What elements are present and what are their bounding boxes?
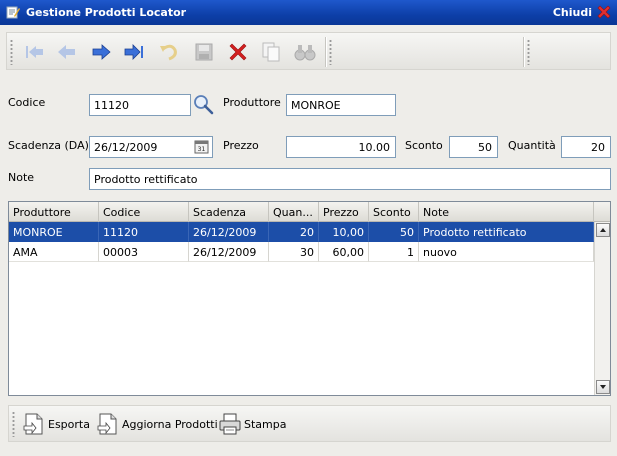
cell-scadenza: 26/12/2009 — [189, 242, 269, 262]
search-binoculars-icon[interactable] — [293, 40, 317, 64]
update-products-label: Aggiorna Prodotti — [122, 417, 218, 431]
column-header-codice[interactable]: Codice — [99, 202, 189, 222]
prezzo-field[interactable]: 10.00 — [286, 136, 396, 158]
cell-sconto: 50 — [369, 222, 419, 242]
products-grid[interactable]: Produttore Codice Scadenza Quan... Prezz… — [8, 201, 611, 396]
export-icon — [23, 413, 43, 435]
note-field[interactable]: Prodotto rettificato — [89, 168, 611, 190]
search-icon[interactable] — [192, 93, 214, 118]
window-title: Gestione Prodotti Locator — [26, 6, 187, 19]
next-record-icon[interactable] — [89, 40, 113, 64]
toolbar-grip[interactable] — [10, 39, 13, 65]
column-header-produttore[interactable]: Produttore — [9, 202, 99, 222]
codice-label: Codice — [8, 96, 46, 109]
produttore-label: Produttore — [223, 96, 281, 109]
scadenza-label: Scadenza (DA) — [8, 139, 89, 152]
cell-codice: 00003 — [99, 242, 189, 262]
sconto-label: Sconto — [405, 139, 443, 152]
cell-prezzo: 10,00 — [319, 222, 369, 242]
note-label: Note — [8, 171, 35, 184]
toolbar-grip[interactable] — [527, 39, 530, 65]
last-record-icon[interactable] — [122, 40, 146, 64]
column-header-sconto[interactable]: Sconto — [369, 202, 419, 222]
bottom-toolbar: Esporta Aggiorna Prodotti Stampa — [8, 405, 611, 442]
toolbar-grip[interactable] — [329, 39, 332, 65]
cell-note: Prodotto rettificato — [419, 222, 594, 242]
column-header-spacer — [594, 202, 610, 222]
cell-note: nuovo — [419, 242, 594, 262]
cell-codice: 11120 — [99, 222, 189, 242]
toolbar-separator — [523, 37, 525, 67]
scroll-down-icon[interactable] — [596, 380, 610, 394]
copy-icon[interactable] — [259, 40, 283, 64]
column-header-note[interactable]: Note — [419, 202, 594, 222]
save-icon[interactable] — [192, 40, 216, 64]
close-label[interactable]: Chiudi — [553, 6, 592, 19]
column-header-quantita[interactable]: Quan... — [269, 202, 319, 222]
svg-text:31: 31 — [198, 146, 206, 153]
quantita-field[interactable]: 20 — [561, 136, 611, 158]
codice-field[interactable]: 11120 — [89, 94, 191, 116]
sconto-field[interactable]: 50 — [449, 136, 498, 158]
cell-produttore: AMA — [9, 242, 99, 262]
cell-prezzo: 60,00 — [319, 242, 369, 262]
undo-icon[interactable] — [157, 40, 181, 64]
column-header-scadenza[interactable]: Scadenza — [189, 202, 269, 222]
column-header-prezzo[interactable]: Prezzo — [319, 202, 369, 222]
prezzo-label: Prezzo — [223, 139, 259, 152]
update-products-button[interactable]: Aggiorna Prodotti — [97, 412, 218, 436]
toolbar-separator — [325, 37, 327, 67]
close-icon[interactable] — [596, 4, 612, 20]
toolbar-grip[interactable] — [12, 411, 15, 437]
quantita-label: Quantità — [508, 139, 556, 152]
window: Gestione Prodotti Locator Chiudi Codice … — [0, 0, 617, 456]
cell-scadenza: 26/12/2009 — [189, 222, 269, 242]
export-button[interactable]: Esporta — [23, 412, 90, 436]
cell-produttore: MONROE — [9, 222, 99, 242]
update-products-icon — [97, 413, 117, 435]
title-bar: Gestione Prodotti Locator Chiudi — [0, 0, 617, 25]
cell-quantita: 30 — [269, 242, 319, 262]
grid-header: Produttore Codice Scadenza Quan... Prezz… — [9, 202, 610, 222]
cell-quantita: 20 — [269, 222, 319, 242]
produttore-field[interactable]: MONROE — [286, 94, 396, 116]
previous-record-icon[interactable] — [55, 40, 79, 64]
toolbar — [6, 32, 611, 70]
table-row[interactable]: AMA 00003 26/12/2009 30 60,00 1 nuovo — [9, 242, 594, 262]
print-label: Stampa — [244, 417, 287, 431]
table-row[interactable]: MONROE 11120 26/12/2009 20 10,00 50 Prod… — [9, 222, 594, 242]
scroll-up-icon[interactable] — [596, 223, 610, 237]
scadenza-value: 26/12/2009 — [94, 141, 158, 154]
first-record-icon[interactable] — [23, 40, 47, 64]
printer-icon — [219, 413, 241, 435]
app-icon — [6, 5, 20, 19]
cell-sconto: 1 — [369, 242, 419, 262]
delete-icon[interactable] — [226, 40, 250, 64]
print-button[interactable]: Stampa — [219, 412, 286, 436]
calendar-icon[interactable]: 31 — [194, 139, 209, 157]
export-label: Esporta — [48, 417, 90, 431]
vertical-scrollbar[interactable] — [594, 222, 610, 395]
